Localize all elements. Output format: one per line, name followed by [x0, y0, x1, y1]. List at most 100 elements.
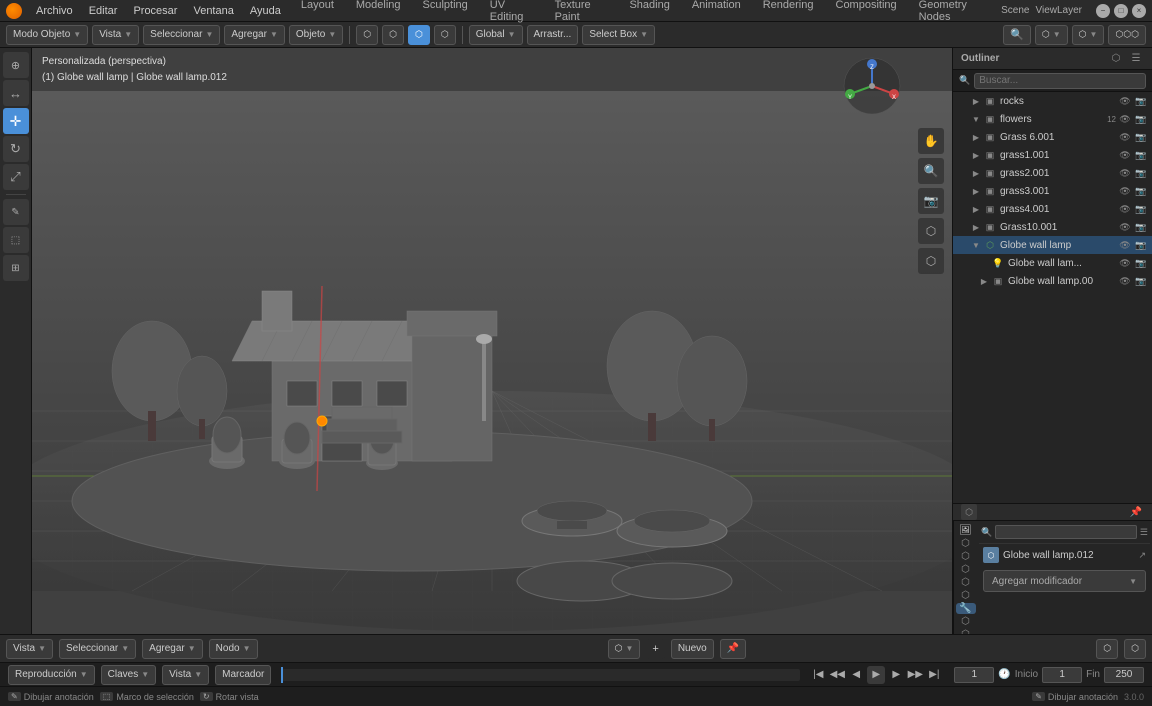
- overlay-dropdown[interactable]: ⬡ ▼: [1035, 25, 1068, 45]
- tab-shading[interactable]: Shading: [619, 0, 679, 25]
- agregar-dropdown[interactable]: Agregar ▼: [224, 25, 285, 45]
- play-button[interactable]: ▶: [867, 666, 885, 684]
- transform-tool-btn[interactable]: ✛: [3, 108, 29, 134]
- vista-dropdown[interactable]: Vista ▼: [92, 25, 139, 45]
- outliner-item-globe-lamp[interactable]: ▼ ⬡ Globe wall lamp 👁 📷: [953, 236, 1152, 254]
- prev-frame-btn[interactable]: ◀◀: [829, 667, 845, 683]
- viewport-3d[interactable]: Personalizada (perspectiva) (1) Globe wa…: [32, 48, 952, 634]
- tab-animation[interactable]: Animation: [682, 0, 751, 25]
- next-frame-btn[interactable]: ▶▶: [907, 667, 923, 683]
- menu-editar[interactable]: Editar: [83, 3, 124, 19]
- next-keyframe-btn[interactable]: ▶: [888, 667, 904, 683]
- timeline-track[interactable]: [281, 669, 800, 681]
- search-btn[interactable]: 🔍: [1003, 25, 1031, 45]
- render-visibility-icon[interactable]: 📷: [1134, 274, 1148, 288]
- add-modifier-button[interactable]: Agregar modificador ▼: [983, 570, 1146, 592]
- objeto-dropdown[interactable]: Objeto ▼: [289, 25, 343, 45]
- cursor-tool-btn[interactable]: ⊕: [3, 52, 29, 78]
- menu-ventana[interactable]: Ventana: [187, 3, 239, 19]
- world-props-btn[interactable]: ⬡: [956, 577, 976, 588]
- properties-menu-icon[interactable]: ☰: [1140, 527, 1148, 538]
- select-box-dropdown[interactable]: Select Box ▼: [582, 25, 655, 45]
- outliner-search-input[interactable]: [974, 73, 1146, 89]
- annotate-tool-btn[interactable]: ✎: [3, 199, 29, 225]
- arrastr-dropdown[interactable]: Arrastr...: [527, 25, 579, 45]
- maximize-button[interactable]: □: [1114, 4, 1128, 18]
- outliner-item[interactable]: ▶ ▣ grass1.001 👁 📷: [953, 146, 1152, 164]
- visibility-icon[interactable]: 👁: [1118, 94, 1132, 108]
- visibility-icon[interactable]: 👁: [1118, 256, 1132, 270]
- output-properties-btn[interactable]: ⬡: [956, 538, 976, 549]
- render-visibility-icon[interactable]: 📷: [1134, 130, 1148, 144]
- visibility-icon[interactable]: 👁: [1118, 202, 1132, 216]
- modifier-props-btn[interactable]: 🔧: [956, 603, 976, 614]
- visibility-icon[interactable]: 👁: [1118, 184, 1132, 198]
- outliner-item[interactable]: ▶ ▣ Grass10.001 👁 📷: [953, 218, 1152, 236]
- tab-layout[interactable]: Layout: [291, 0, 344, 25]
- visibility-icon[interactable]: 👁: [1118, 238, 1132, 252]
- tab-uv-editing[interactable]: UV Editing: [480, 0, 543, 25]
- render-view-btn[interactable]: ⬡: [918, 248, 944, 274]
- tab-geometry-nodes[interactable]: Geometry Nodes: [909, 0, 997, 25]
- vp-render-toggle-btn[interactable]: ⬡: [1096, 639, 1118, 659]
- properties-search-input[interactable]: [995, 525, 1137, 539]
- tl-vista-dropdown[interactable]: Vista ▼: [162, 665, 209, 685]
- tab-compositing[interactable]: Compositing: [826, 0, 907, 25]
- rotate-tool-btn[interactable]: ↻: [3, 136, 29, 162]
- viewport-wire-btn[interactable]: ⬡: [382, 25, 404, 45]
- render-visibility-icon[interactable]: 📷: [1134, 148, 1148, 162]
- properties-pin-icon[interactable]: 📌: [1128, 504, 1144, 520]
- start-frame-input[interactable]: 1: [1042, 667, 1082, 683]
- visibility-icon[interactable]: 👁: [1118, 130, 1132, 144]
- render-visibility-icon[interactable]: 📷: [1134, 112, 1148, 126]
- outliner-item[interactable]: ▶ ▣ Grass 6.001 👁 📷: [953, 128, 1152, 146]
- visibility-icon[interactable]: 👁: [1118, 220, 1132, 234]
- tl-claves-dropdown[interactable]: Claves ▼: [101, 665, 157, 685]
- vp-seleccionar-dropdown[interactable]: Seleccionar ▼: [59, 639, 136, 659]
- render-visibility-icon[interactable]: 📷: [1134, 166, 1148, 180]
- vp-screen-dropdown[interactable]: ⬡ ▼: [608, 639, 641, 659]
- end-frame-input[interactable]: 250: [1104, 667, 1144, 683]
- outliner-menu-icon[interactable]: ☰: [1128, 51, 1144, 67]
- camera-view-btn[interactable]: 📷: [918, 188, 944, 214]
- viewport-shading-btn[interactable]: ⬡: [356, 25, 378, 45]
- vp-nodo-dropdown[interactable]: Nodo ▼: [209, 639, 258, 659]
- tab-texture-paint[interactable]: Texture Paint: [545, 0, 618, 25]
- render-visibility-icon[interactable]: 📷: [1134, 238, 1148, 252]
- local-view-btn[interactable]: ⬡: [918, 218, 944, 244]
- add-tool-btn[interactable]: ⊞: [3, 255, 29, 281]
- jump-end-btn[interactable]: ▶|: [926, 667, 942, 683]
- menu-ayuda[interactable]: Ayuda: [244, 3, 287, 19]
- vp-shading-toggle-btn[interactable]: ⬡: [1124, 639, 1146, 659]
- vp-agregar-dropdown[interactable]: Agregar ▼: [142, 639, 203, 659]
- vp-nuevo-btn[interactable]: Nuevo: [671, 639, 714, 659]
- orientation-gizmo[interactable]: Z X Y: [842, 56, 902, 116]
- outliner-item[interactable]: ▶ ▣ grass3.001 👁 📷: [953, 182, 1152, 200]
- object-props-btn[interactable]: ⬡: [956, 590, 976, 601]
- menu-procesar[interactable]: Procesar: [127, 3, 183, 19]
- pan-view-btn[interactable]: ✋: [918, 128, 944, 154]
- outliner-item[interactable]: ▶ ▣ grass2.001 👁 📷: [953, 164, 1152, 182]
- scene-props-btn[interactable]: ⬡: [956, 564, 976, 575]
- outliner-filter-icon[interactable]: ⬡: [1108, 51, 1124, 67]
- tab-modeling[interactable]: Modeling: [346, 0, 411, 25]
- render-visibility-icon[interactable]: 📷: [1134, 202, 1148, 216]
- minimize-button[interactable]: −: [1096, 4, 1110, 18]
- view-layer-btn[interactable]: ⬡: [956, 551, 976, 562]
- outliner-item[interactable]: ▶ ▣ grass4.001 👁 📷: [953, 200, 1152, 218]
- external-link-icon[interactable]: ↗: [1138, 550, 1146, 561]
- measure-tool-btn[interactable]: ⬚: [3, 227, 29, 253]
- zoom-view-btn[interactable]: 🔍: [918, 158, 944, 184]
- timeline-playhead[interactable]: [281, 667, 283, 683]
- tab-rendering[interactable]: Rendering: [753, 0, 824, 25]
- viewport-render-btn[interactable]: ⬡: [434, 25, 456, 45]
- render-properties-btn[interactable]: 🖼: [956, 525, 976, 536]
- particles-btn[interactable]: ⬡: [956, 616, 976, 627]
- vp-add-node-btn[interactable]: +: [646, 639, 664, 659]
- visibility-icon[interactable]: 👁: [1118, 148, 1132, 162]
- outliner-item[interactable]: ▶ ▣ Globe wall lam... 👁 📷: [953, 290, 1152, 292]
- gizmo-dropdown[interactable]: ⬡ ▼: [1072, 25, 1105, 45]
- properties-icon[interactable]: ⬡: [961, 504, 977, 520]
- visibility-icon[interactable]: 👁: [1118, 274, 1132, 288]
- seleccionar-dropdown[interactable]: Seleccionar ▼: [143, 25, 220, 45]
